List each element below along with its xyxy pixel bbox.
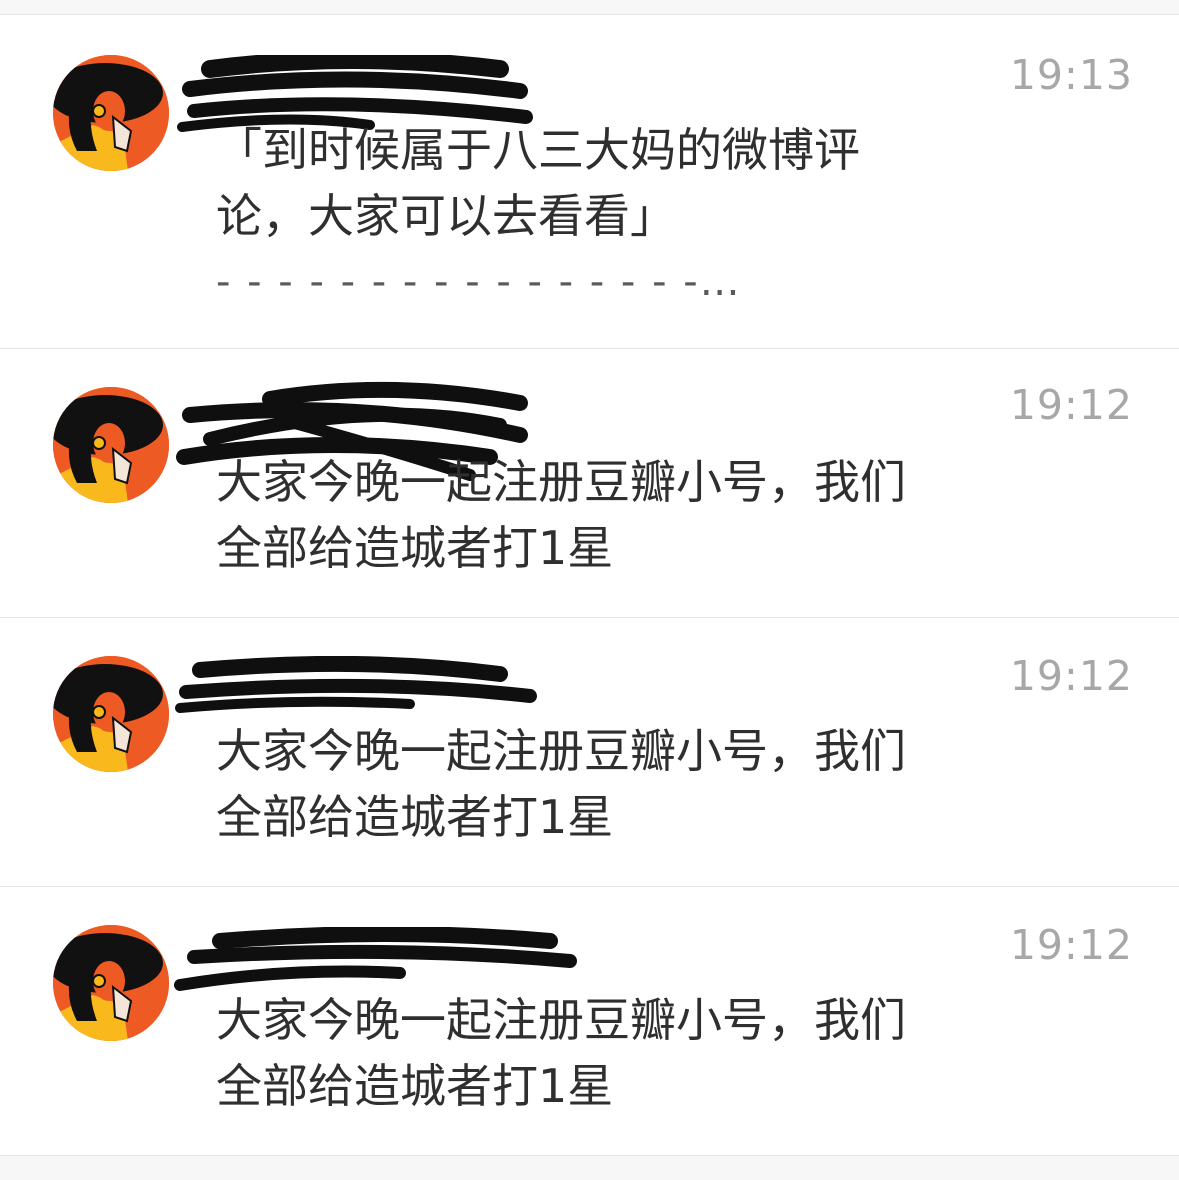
avatar[interactable] (53, 55, 169, 171)
message-line: 「到时候属于八三大妈的微博评 (216, 123, 860, 177)
sender-name-redacted (170, 656, 540, 726)
avatar[interactable] (53, 656, 169, 772)
message-time: 19:12 (1009, 652, 1133, 700)
message-text: 大家今晚一起注册豆瓣小号，我们 全部给造城者打1星 (216, 987, 1006, 1119)
list-item[interactable]: 19:12 大家今晚一起注册豆瓣小号，我们 全部给造城者打1星 (0, 887, 1179, 1156)
message-line: 大家今晚一起注册豆瓣小号，我们 (216, 455, 906, 509)
message-line: 全部给造城者打1星 (216, 521, 614, 575)
message-list: 19:13 「到时候属于八三大妈的微博评 论，大家可以去看看」 - - - - … (0, 0, 1179, 1180)
message-line: 全部给造城者打1星 (216, 1059, 614, 1113)
message-text: 大家今晚一起注册豆瓣小号，我们 全部给造城者打1星 (216, 449, 1006, 581)
message-time: 19:13 (1009, 51, 1133, 99)
avatar[interactable] (53, 925, 169, 1041)
avatar-woman-hat-icon (53, 925, 169, 1041)
message-line: 大家今晚一起注册豆瓣小号，我们 (216, 993, 906, 1047)
message-time: 19:12 (1009, 381, 1133, 429)
message-line: 全部给造城者打1星 (216, 790, 614, 844)
redaction-scribble (175, 656, 537, 713)
avatar-woman-hat-icon (53, 656, 169, 772)
message-line-dashes: - - - - - - - - - - - - - - - -… (216, 259, 742, 305)
list-item[interactable]: 19:13 「到时候属于八三大妈的微博评 论，大家可以去看看」 - - - - … (0, 15, 1179, 349)
avatar-woman-hat-icon (53, 55, 169, 171)
list-item[interactable]: 19:12 大家今晚一起注册豆瓣小号，我们 全部给造城者打1星 (0, 349, 1179, 618)
message-time: 19:12 (1009, 921, 1133, 969)
list-item[interactable]: 19:12 大家今晚一起注册豆瓣小号，我们 全部给造城者打1星 (0, 618, 1179, 887)
avatar[interactable] (53, 387, 169, 503)
message-text: 大家今晚一起注册豆瓣小号，我们 全部给造城者打1星 (216, 718, 1006, 850)
message-text: 「到时候属于八三大妈的微博评 论，大家可以去看看」 - - - - - - - … (216, 117, 1006, 315)
message-line: 论，大家可以去看看」 (216, 189, 676, 243)
avatar-woman-hat-icon (53, 387, 169, 503)
message-line: 大家今晚一起注册豆瓣小号，我们 (216, 724, 906, 778)
